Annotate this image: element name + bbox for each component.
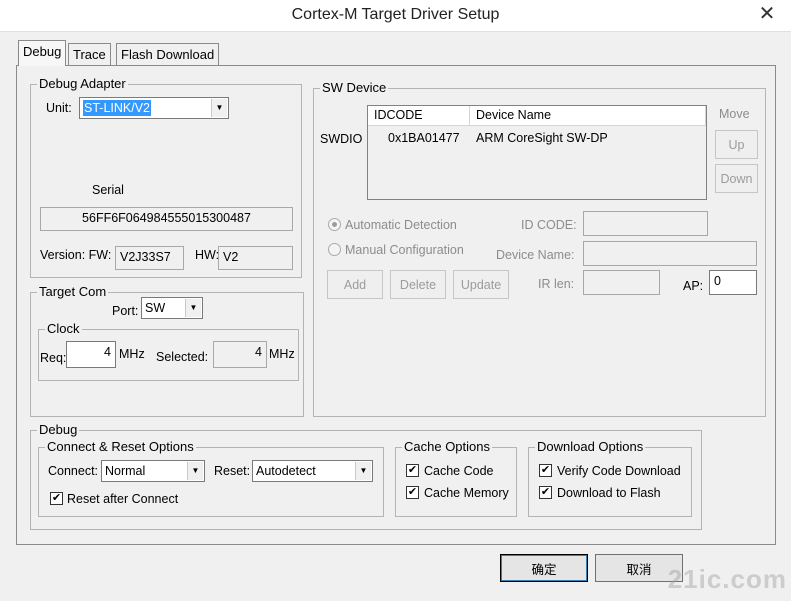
reset-select[interactable]: Autodetect ▼ <box>252 460 373 482</box>
cache-options-group: Cache Options <box>395 439 517 517</box>
req-label: Req: <box>40 351 67 365</box>
move-down-button[interactable]: Down <box>715 164 758 193</box>
move-up-button[interactable]: Up <box>715 130 758 159</box>
req-clock-input[interactable]: 4 <box>66 341 116 368</box>
hw-label: HW: <box>195 248 220 262</box>
swdio-label: SWDIO <box>320 132 363 146</box>
column-header-idcode[interactable]: IDCODE <box>368 106 470 126</box>
connect-reset-options-title: Connect & Reset Options <box>45 439 196 455</box>
tab-flash-download[interactable]: Flash Download <box>116 43 220 65</box>
ap-label: AP: <box>683 279 704 293</box>
connect-select[interactable]: Normal ▼ <box>101 460 205 482</box>
verify-code-download-label: Verify Code Download <box>557 464 681 478</box>
cache-code-checkbox[interactable]: ✔ <box>406 464 419 477</box>
cache-memory-label: Cache Memory <box>424 486 509 500</box>
automatic-detection-radio[interactable] <box>328 218 341 231</box>
close-icon[interactable]: ✕ <box>749 2 785 25</box>
cache-options-title: Cache Options <box>402 439 492 455</box>
verify-code-download-checkbox[interactable]: ✔ <box>539 464 552 477</box>
column-header-device-name[interactable]: Device Name <box>470 106 706 126</box>
port-label: Port: <box>112 304 139 318</box>
id-code-field <box>583 211 708 236</box>
unit-select-value: ST-LINK/V2 <box>83 100 151 116</box>
target-com-title: Target Com <box>37 284 109 300</box>
sw-device-title: SW Device <box>320 80 389 96</box>
download-to-flash-checkbox[interactable]: ✔ <box>539 486 552 499</box>
unit-label: Unit: <box>46 101 72 115</box>
add-button[interactable]: Add <box>327 270 383 299</box>
fw-version-field: V2J33S7 <box>115 246 184 270</box>
selected-clock-field: 4 <box>213 341 267 368</box>
window-title: Cortex-M Target Driver Setup <box>291 6 500 23</box>
ir-len-field <box>583 270 660 295</box>
download-options-title: Download Options <box>535 439 646 455</box>
download-options-group: Download Options <box>528 439 692 517</box>
download-to-flash-label: Download to Flash <box>557 486 661 500</box>
chevron-down-icon[interactable]: ▼ <box>355 462 371 480</box>
device-name-field <box>583 241 757 266</box>
unit-select[interactable]: ST-LINK/V2 ▼ <box>79 97 229 119</box>
reset-after-connect-label: Reset after Connect <box>67 492 179 506</box>
manual-configuration-radio[interactable] <box>328 243 341 256</box>
req-unit-label: MHz <box>119 347 145 361</box>
sw-device-list[interactable]: IDCODE Device Name 0x1BA01477 ARM CoreSi… <box>367 105 707 200</box>
chevron-down-icon[interactable]: ▼ <box>187 462 203 480</box>
title-bar: Cortex-M Target Driver Setup ✕ <box>0 0 791 32</box>
ok-button[interactable]: 确定 <box>500 554 588 582</box>
id-code-label: ID CODE: <box>521 218 577 232</box>
move-label: Move <box>719 107 750 121</box>
row-idcode[interactable]: 0x1BA01477 <box>388 131 460 145</box>
debug-adapter-title: Debug Adapter <box>37 76 128 92</box>
connect-label: Connect: <box>48 464 99 478</box>
reset-select-value: Autodetect <box>256 464 316 478</box>
cache-memory-checkbox[interactable]: ✔ <box>406 486 419 499</box>
update-button[interactable]: Update <box>453 270 509 299</box>
serial-field: 56FF6F064984555015300487 <box>40 207 293 231</box>
clock-title: Clock <box>45 321 82 337</box>
chevron-down-icon[interactable]: ▼ <box>185 299 201 317</box>
hw-version-field: V2 <box>218 246 293 270</box>
automatic-detection-label: Automatic Detection <box>345 218 457 232</box>
tab-trace[interactable]: Trace <box>68 43 111 65</box>
debug-title: Debug <box>37 422 80 438</box>
ir-len-label: IR len: <box>538 277 575 291</box>
serial-label: Serial <box>92 183 124 197</box>
tab-debug[interactable]: Debug <box>18 40 67 66</box>
port-select[interactable]: SW ▼ <box>141 297 203 319</box>
device-name-label: Device Name: <box>496 248 575 262</box>
connect-select-value: Normal <box>105 464 146 478</box>
selected-label: Selected: <box>156 350 209 364</box>
delete-button[interactable]: Delete <box>390 270 446 299</box>
cache-code-label: Cache Code <box>424 464 494 478</box>
row-device-name[interactable]: ARM CoreSight SW-DP <box>476 131 608 145</box>
manual-configuration-label: Manual Configuration <box>345 243 464 257</box>
reset-label: Reset: <box>214 464 251 478</box>
selected-unit-label: MHz <box>269 347 295 361</box>
watermark-logo: 21ic.com <box>667 564 787 594</box>
version-fw-label: Version: FW: <box>40 248 112 262</box>
reset-after-connect-checkbox[interactable]: ✔ <box>50 492 63 505</box>
port-select-value: SW <box>145 301 166 315</box>
ap-input[interactable]: 0 <box>709 270 757 295</box>
chevron-down-icon[interactable]: ▼ <box>211 99 227 117</box>
